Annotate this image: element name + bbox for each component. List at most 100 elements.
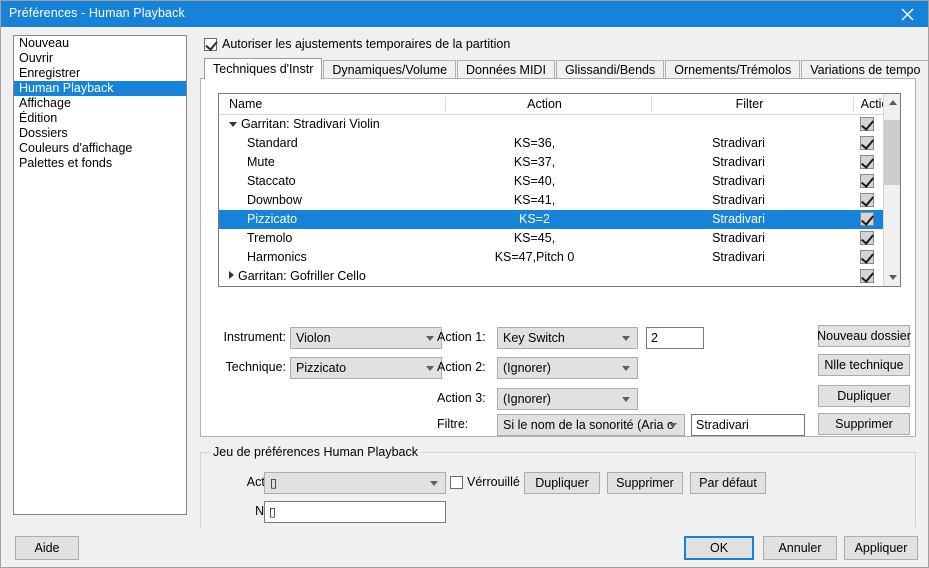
preference-set-title: Jeu de préférences Human Playback <box>210 445 421 459</box>
chevron-down-icon <box>426 366 434 371</box>
table-body[interactable]: Garritan: Stradivari ViolinStandardKS=36… <box>219 115 900 286</box>
window-title: Préférences - Human Playback <box>9 6 185 20</box>
tab-5[interactable]: Variations de tempo <box>801 60 929 79</box>
action3-combo[interactable]: (Ignorer) <box>497 388 638 410</box>
tab-0[interactable]: Techniques d'Instr <box>204 58 322 79</box>
cell-action-checkbox[interactable] <box>860 250 874 267</box>
table-row[interactable]: HarmonicsKS=47,Pitch 0Stradivari <box>219 248 900 267</box>
checkmark-icon[interactable] <box>860 212 874 226</box>
cell-name: Garritan: Stradivari Violin <box>229 115 380 134</box>
allow-temp-adjustments-row[interactable]: Autoriser les ajustements temporaires de… <box>204 37 510 51</box>
nouveau-dossier-button[interactable]: Nouveau dossier <box>818 325 910 347</box>
table-header: Name Action Filter Action <box>219 94 900 115</box>
checkmark-icon[interactable] <box>860 136 874 150</box>
close-icon[interactable] <box>884 1 929 27</box>
scroll-down-icon[interactable] <box>884 269 901 286</box>
cell-action-checkbox[interactable] <box>860 136 874 153</box>
title-bar: Préférences - Human Playback <box>1 1 929 27</box>
tab-4[interactable]: Ornements/Trémolos <box>665 60 800 79</box>
technique-combo[interactable]: Pizzicato <box>290 357 442 379</box>
sidebar-item[interactable]: Nouveau <box>14 36 186 51</box>
cell-action-checkbox[interactable] <box>860 155 874 172</box>
scroll-up-icon[interactable] <box>884 94 901 111</box>
sidebar-item[interactable]: Ouvrir <box>14 51 186 66</box>
table-row[interactable]: StaccatoKS=40,Stradivari <box>219 172 900 191</box>
cell-action-checkbox[interactable] <box>860 269 874 286</box>
sidebar-item[interactable]: Affichage <box>14 96 186 111</box>
checkmark-icon[interactable] <box>860 155 874 169</box>
filter-text-input[interactable]: Stradivari <box>691 414 805 436</box>
chevron-down-icon <box>669 423 677 428</box>
sidebar-item[interactable]: Human Playback <box>14 81 186 96</box>
cell-action-checkbox[interactable] <box>860 117 874 134</box>
verrouille-checkbox[interactable] <box>450 476 463 489</box>
appliquer-button[interactable]: Appliquer <box>844 536 918 560</box>
cell-action-checkbox[interactable] <box>860 193 874 210</box>
table-vertical-scrollbar[interactable] <box>883 94 900 286</box>
checkmark-icon[interactable] <box>860 174 874 188</box>
set-par-defaut-button[interactable]: Par défaut <box>690 472 766 494</box>
checkmark-icon[interactable] <box>860 193 874 207</box>
table-row[interactable]: Garritan: Stradivari Violin <box>219 115 900 134</box>
annuler-button[interactable]: Annuler <box>763 536 837 560</box>
nlle-technique-button[interactable]: Nlle technique <box>818 354 910 376</box>
cell-name-text: Garritan: Gofriller Cello <box>238 269 366 283</box>
cell-action: KS=2 <box>436 210 633 229</box>
tab-2[interactable]: Données MIDI <box>457 60 555 79</box>
preference-set-groupbox: Jeu de préférences Human Playback Actuel… <box>200 452 916 530</box>
checkmark-icon[interactable] <box>860 117 874 131</box>
cell-action-checkbox[interactable] <box>860 231 874 248</box>
action1-combo[interactable]: Key Switch <box>497 327 638 349</box>
tab-1[interactable]: Dynamiques/Volume <box>323 60 456 79</box>
action2-combo[interactable]: (Ignorer) <box>497 357 638 379</box>
column-header-filter[interactable]: Filter <box>652 94 847 114</box>
sidebar-item[interactable]: Palettes et fonds <box>14 156 186 171</box>
column-header-action[interactable]: Action <box>446 94 643 114</box>
techniques-table[interactable]: Name Action Filter Action Garritan: Stra… <box>218 93 901 287</box>
dupliquer-technique-button[interactable]: Dupliquer <box>818 385 910 407</box>
table-row[interactable]: DownbowKS=41,Stradivari <box>219 191 900 210</box>
checkmark-icon[interactable] <box>860 231 874 245</box>
sidebar-item[interactable]: Dossiers <box>14 126 186 141</box>
dialog-footer: Aide OK Annuler Appliquer <box>1 527 929 568</box>
nom-input[interactable]: ▯ <box>264 501 446 523</box>
cell-filter: Stradivari <box>639 153 838 172</box>
set-dupliquer-button[interactable]: Dupliquer <box>524 472 600 494</box>
cell-action: KS=47,Pitch 0 <box>436 248 633 267</box>
verrouille-row[interactable]: Vérrouillé <box>450 475 520 489</box>
actuel-value: ▯ <box>270 473 277 493</box>
filter-combo[interactable]: Si le nom de la sonorité (Aria ou K <box>497 414 685 436</box>
ok-button[interactable]: OK <box>684 536 754 560</box>
aide-button[interactable]: Aide <box>15 536 79 560</box>
tab-strip[interactable]: Techniques d'InstrDynamiques/VolumeDonné… <box>204 58 929 79</box>
instrument-combo[interactable]: Violon <box>290 327 442 349</box>
tab-3[interactable]: Glissandi/Bends <box>556 60 664 79</box>
chevron-down-icon <box>430 481 438 486</box>
supprimer-technique-button[interactable]: Supprimer <box>818 413 910 435</box>
scrollbar-thumb[interactable] <box>884 120 901 185</box>
chevron-down-icon[interactable] <box>229 122 237 127</box>
table-row[interactable]: StandardKS=36,Stradivari <box>219 134 900 153</box>
sidebar-item[interactable]: Couleurs d'affichage <box>14 141 186 156</box>
column-header-name[interactable]: Name <box>229 94 262 114</box>
checkmark-icon[interactable] <box>860 250 874 264</box>
category-list[interactable]: NouveauOuvrirEnregistrerHuman PlaybackAf… <box>13 35 187 515</box>
cell-filter: Stradivari <box>639 191 838 210</box>
set-supprimer-button[interactable]: Supprimer <box>607 472 683 494</box>
actuel-combo[interactable]: ▯ <box>264 472 446 494</box>
cell-action-checkbox[interactable] <box>860 174 874 191</box>
allow-temp-adjustments-checkbox[interactable] <box>204 38 217 51</box>
cell-action-checkbox[interactable] <box>860 212 874 229</box>
dialog-client-area: NouveauOuvrirEnregistrerHuman PlaybackAf… <box>1 27 929 568</box>
table-row[interactable]: Garritan: Gofriller Cello <box>219 267 900 286</box>
action2-value: (Ignorer) <box>503 358 551 378</box>
chevron-right-icon[interactable] <box>229 271 234 279</box>
table-row[interactable]: PizzicatoKS=2Stradivari <box>219 210 900 229</box>
table-row[interactable]: TremoloKS=45,Stradivari <box>219 229 900 248</box>
sidebar-item[interactable]: Enregistrer <box>14 66 186 81</box>
sidebar-item[interactable]: Édition <box>14 111 186 126</box>
cell-filter <box>639 115 838 134</box>
checkmark-icon[interactable] <box>860 269 874 283</box>
table-row[interactable]: MuteKS=37,Stradivari <box>219 153 900 172</box>
action1-param-input[interactable]: 2 <box>646 327 704 349</box>
